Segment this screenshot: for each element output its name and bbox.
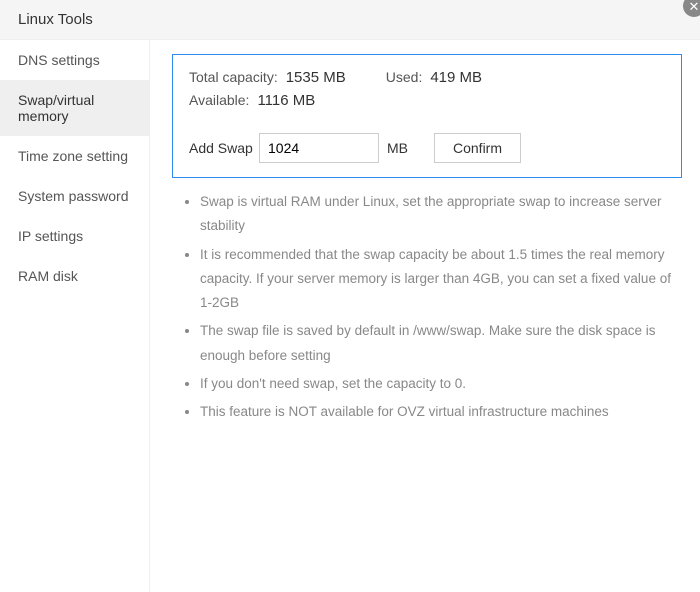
main-panel: Total capacity: 1535 MB Used: 419 MB Ava… — [150, 40, 700, 592]
note-item: The swap file is saved by default in /ww… — [200, 317, 682, 370]
sidebar-item-label: Swap/virtual memory — [18, 92, 94, 124]
close-button[interactable]: ✕ — [683, 0, 700, 17]
header: Linux Tools ✕ — [0, 0, 700, 40]
sidebar-item-ram-disk[interactable]: RAM disk — [0, 256, 149, 296]
close-icon: ✕ — [689, 0, 700, 13]
add-swap-label: Add Swap — [189, 140, 259, 156]
available-label: Available: — [189, 92, 249, 108]
page-title: Linux Tools — [18, 11, 93, 28]
sidebar-item-label: IP settings — [18, 228, 83, 244]
add-swap-input[interactable] — [259, 133, 379, 163]
sidebar-item-system-password[interactable]: System password — [0, 176, 149, 216]
note-item: It is recommended that the swap capacity… — [200, 241, 682, 318]
note-item: Swap is virtual RAM under Linux, set the… — [200, 188, 682, 241]
confirm-button[interactable]: Confirm — [434, 133, 521, 163]
note-item: This feature is NOT available for OVZ vi… — [200, 398, 682, 426]
sidebar-item-label: Time zone setting — [18, 148, 128, 164]
sidebar-item-label: RAM disk — [18, 268, 78, 284]
notes-list: Swap is virtual RAM under Linux, set the… — [172, 188, 682, 427]
sidebar: DNS settings Swap/virtual memory Time zo… — [0, 40, 150, 592]
available-value: 1116 MB — [257, 92, 315, 109]
sidebar-item-label: System password — [18, 188, 128, 204]
swap-stats-box: Total capacity: 1535 MB Used: 419 MB Ava… — [172, 54, 682, 178]
total-capacity-value: 1535 MB — [286, 69, 346, 86]
sidebar-item-dns-settings[interactable]: DNS settings — [0, 40, 149, 80]
sidebar-item-label: DNS settings — [18, 52, 100, 68]
note-item: If you don't need swap, set the capacity… — [200, 370, 682, 398]
sidebar-item-swap-virtual-memory[interactable]: Swap/virtual memory — [0, 80, 149, 136]
sidebar-item-ip-settings[interactable]: IP settings — [0, 216, 149, 256]
sidebar-item-time-zone-setting[interactable]: Time zone setting — [0, 136, 149, 176]
total-capacity-label: Total capacity: — [189, 69, 278, 85]
used-label: Used: — [386, 69, 423, 85]
used-value: 419 MB — [430, 69, 482, 86]
add-swap-row: Add Swap MB Confirm — [189, 133, 665, 163]
add-swap-unit: MB — [387, 140, 408, 156]
